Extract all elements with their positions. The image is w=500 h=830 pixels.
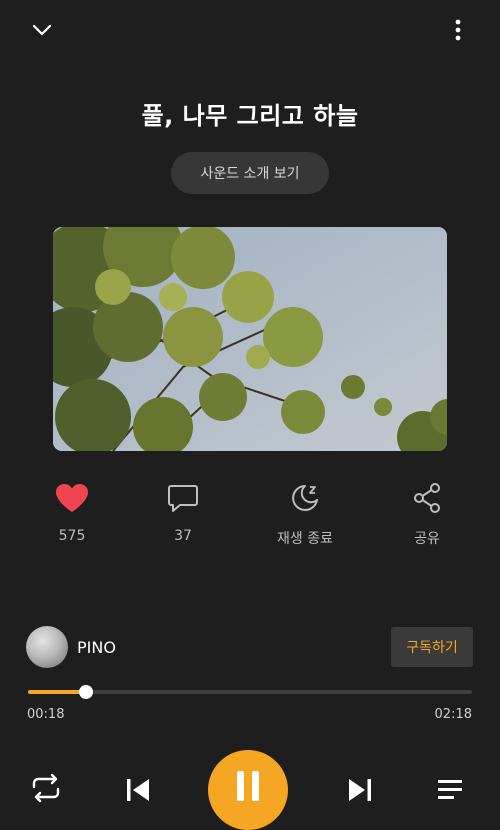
total-time: 02:18 xyxy=(434,707,472,722)
share-label: 공유 xyxy=(414,531,440,547)
sleep-moon-icon xyxy=(292,485,318,511)
progress-fill xyxy=(28,690,86,694)
chevron-down-icon xyxy=(32,24,52,36)
avatar[interactable] xyxy=(26,626,68,668)
repeat-button[interactable] xyxy=(28,770,64,806)
progress-thumb[interactable] xyxy=(78,685,93,699)
sound-intro-button[interactable]: 사운드 소개 보기 xyxy=(171,152,329,194)
more-vertical-icon xyxy=(455,19,461,41)
play-pause-button[interactable] xyxy=(208,750,288,830)
collapse-button[interactable] xyxy=(26,14,58,46)
share-button[interactable]: 공유 xyxy=(382,480,472,548)
artist-name[interactable]: PINO xyxy=(77,638,116,657)
next-button[interactable] xyxy=(342,772,378,808)
pause-icon xyxy=(237,771,259,801)
next-icon xyxy=(349,779,371,801)
comment-count: 37 xyxy=(174,528,192,544)
like-count: 575 xyxy=(58,528,86,544)
previous-icon xyxy=(127,779,149,801)
track-title: 풀, 나무 그리고 하늘 xyxy=(141,102,359,130)
comment-icon xyxy=(168,485,198,512)
playlist-button[interactable] xyxy=(432,772,468,808)
comment-button[interactable]: 37 xyxy=(138,480,228,544)
heart-icon xyxy=(56,484,88,512)
progress-track[interactable] xyxy=(28,690,472,694)
current-time: 00:18 xyxy=(27,707,65,722)
previous-button[interactable] xyxy=(120,772,156,808)
playlist-icon xyxy=(438,780,462,799)
repeat-icon xyxy=(32,773,60,803)
like-button[interactable]: 575 xyxy=(27,480,117,544)
more-options-button[interactable] xyxy=(442,14,474,46)
sleep-timer-button[interactable]: 재생 종료 xyxy=(260,480,350,548)
cover-image xyxy=(53,227,447,451)
share-icon xyxy=(414,483,440,513)
subscribe-button[interactable]: 구독하기 xyxy=(391,627,473,667)
sleep-timer-label: 재생 종료 xyxy=(277,531,333,547)
